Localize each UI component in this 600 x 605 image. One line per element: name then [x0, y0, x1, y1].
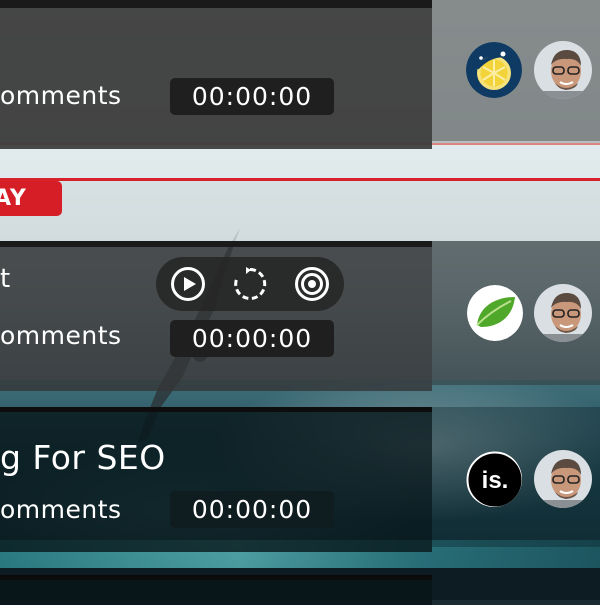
post-title: g For SEO [0, 438, 166, 477]
target-icon[interactable] [294, 266, 330, 302]
timer-display: 00:00:00 [170, 78, 334, 115]
playback-controls [156, 257, 344, 311]
timer-display: 00:00:00 [170, 491, 334, 528]
lemon-logo-icon [466, 42, 522, 98]
day-tag: AY [0, 181, 62, 216]
is-logo-icon: is. [466, 451, 522, 507]
comments-label: omments [0, 321, 122, 350]
post-title: t [0, 264, 11, 294]
post-card-1[interactable]: omments 00:00:00 [0, 0, 432, 149]
avatar[interactable] [534, 450, 592, 508]
banner-band [0, 143, 600, 243]
comments-label: omments [0, 81, 122, 110]
post-card-3[interactable]: g For SEO omments 00:00:00 [0, 407, 432, 552]
avatar[interactable] [534, 41, 592, 99]
timer-display: 00:00:00 [170, 320, 334, 357]
comments-label: omments [0, 495, 122, 524]
leaf-logo-icon [467, 285, 523, 341]
is-logo-text: is. [482, 467, 509, 494]
avatar[interactable] [534, 284, 592, 342]
refresh-icon[interactable] [232, 266, 268, 302]
post-card-4[interactable] [0, 575, 432, 605]
play-icon[interactable] [170, 266, 206, 302]
banner-bottom-strip [0, 181, 600, 241]
